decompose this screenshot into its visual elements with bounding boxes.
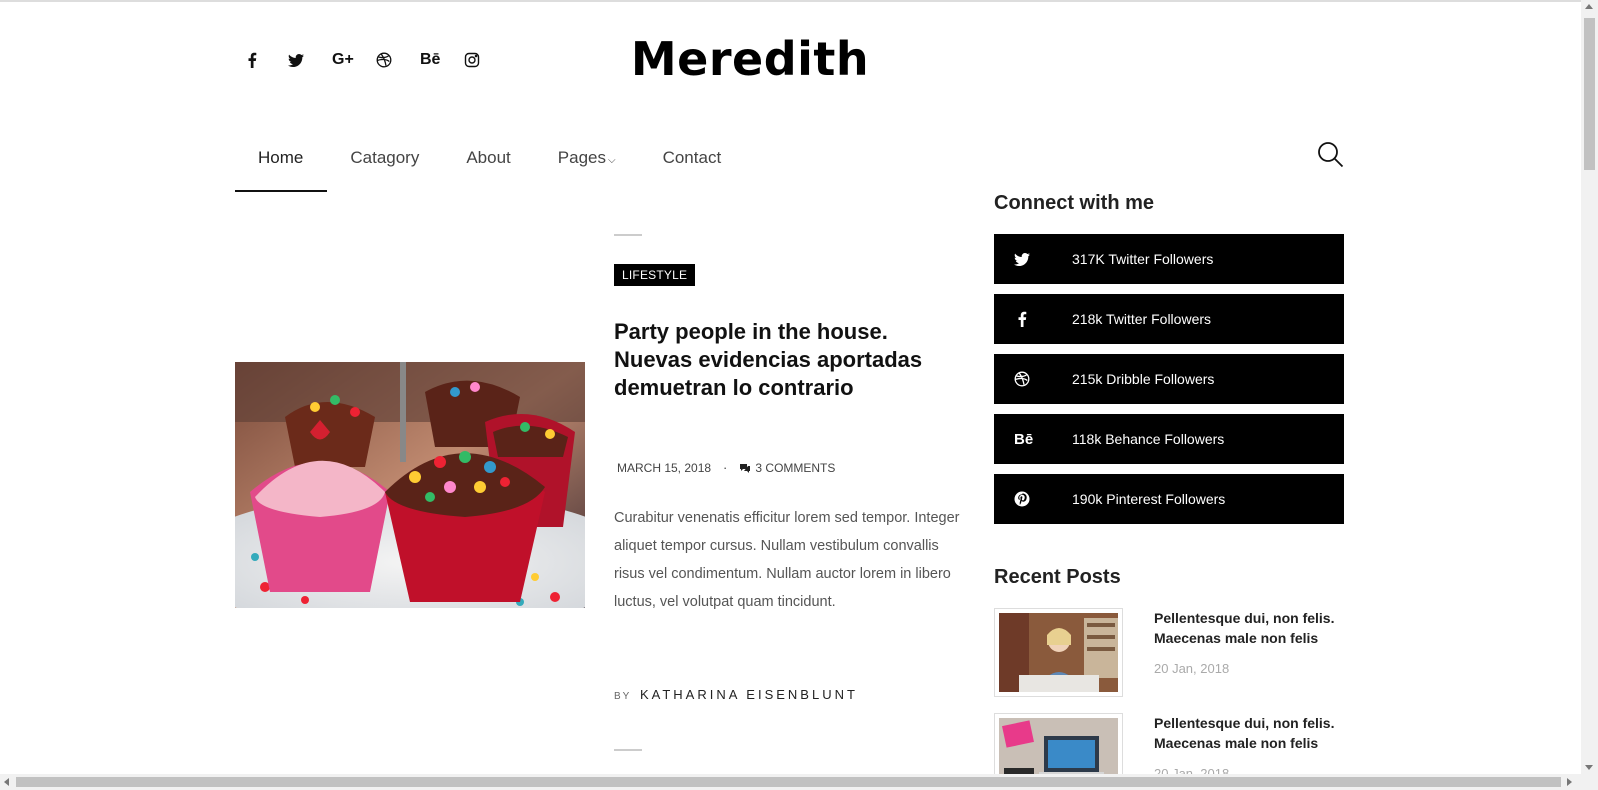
nav-label: Contact — [662, 148, 722, 167]
post-author[interactable]: KATHARINA EISENBLUNT — [640, 687, 858, 702]
nav-item-pages[interactable]: Pages ⌵ — [535, 140, 640, 192]
nav-item-about[interactable]: About — [443, 140, 534, 192]
horizontal-scrollbar[interactable] — [0, 774, 1598, 790]
follower-list: 317K Twitter Followers 218k Twitter Foll… — [994, 234, 1344, 534]
behance-glyph: Bē — [1014, 430, 1034, 448]
follower-button-behance[interactable]: Bē 118k Behance Followers — [994, 414, 1344, 464]
nav-label: Catagory — [350, 148, 420, 167]
behance-icon: Bē — [994, 431, 1072, 448]
post-featured-image[interactable] — [235, 362, 585, 608]
comments-icon — [740, 463, 751, 473]
dribbble-icon — [994, 371, 1072, 387]
scroll-up-icon[interactable] — [1585, 4, 1593, 9]
post-meta: MARCH 15, 2018 · 3 COMMENTS — [617, 460, 835, 475]
follower-button-pinterest[interactable]: 190k Pinterest Followers — [994, 474, 1344, 524]
top-border — [0, 0, 1598, 2]
nav-item-contact[interactable]: Contact — [640, 140, 746, 192]
scroll-down-icon[interactable] — [1585, 765, 1593, 770]
nav-label: Pages — [557, 148, 606, 167]
recent-posts-title: Recent Posts — [994, 566, 1121, 588]
byline-prefix: BY — [614, 691, 632, 702]
follower-label: 215k Dribble Followers — [1072, 371, 1215, 387]
nav-item-catagory[interactable]: Catagory — [327, 140, 443, 192]
twitter-icon — [994, 251, 1072, 267]
follower-label: 218k Twitter Followers — [1072, 311, 1212, 327]
meta-separator: · — [723, 460, 728, 475]
recent-post-thumbnail[interactable] — [994, 608, 1123, 697]
post-date: MARCH 15, 2018 — [617, 460, 712, 475]
search-icon[interactable] — [1316, 140, 1346, 170]
recent-post-date: 20 Jan, 2018 — [1154, 661, 1230, 676]
vertical-scrollbar[interactable] — [1581, 0, 1598, 774]
comments-link[interactable]: 3 COMMENTS — [739, 461, 835, 475]
post-excerpt: Curabitur venenatis efficitur lorem sed … — [614, 510, 960, 610]
follower-label: 118k Behance Followers — [1072, 431, 1225, 447]
recent-posts-list: Pellentesque dui, non felis. Maecenas ma… — [994, 608, 1344, 790]
facebook-icon — [994, 311, 1072, 327]
recent-post-title[interactable]: Pellentesque dui, non felis. Maecenas ma… — [1154, 713, 1344, 753]
main-nav: Home Catagory About Pages ⌵ Contact — [235, 140, 745, 192]
chevron-down-icon: ⌵ — [607, 155, 616, 166]
follower-button-facebook[interactable]: 218k Twitter Followers — [994, 294, 1344, 344]
list-item: Pellentesque dui, non felis. Maecenas ma… — [994, 608, 1344, 713]
scrollbar-thumb[interactable] — [1584, 18, 1595, 170]
nav-label: About — [466, 148, 511, 167]
nav-item-home[interactable]: Home — [235, 140, 328, 192]
follower-label: 190k Pinterest Followers — [1072, 491, 1226, 507]
post-divider — [614, 234, 642, 236]
category-badge[interactable]: LIFESTYLE — [614, 264, 696, 286]
recent-post-title[interactable]: Pellentesque dui, non felis. Maecenas ma… — [1154, 608, 1344, 648]
connect-title: Connect with me — [994, 192, 1155, 214]
site-logo[interactable]: Meredith — [0, 32, 1500, 86]
pinterest-icon — [994, 491, 1072, 507]
post-byline: BY KATHARINA EISENBLUNT — [614, 687, 858, 702]
post-title[interactable]: Party people in the house. Nuevas eviden… — [614, 318, 959, 402]
scrollbar-thumb[interactable] — [16, 777, 1561, 787]
nav-label: Home — [258, 148, 304, 167]
scroll-right-icon[interactable] — [1567, 778, 1572, 786]
follower-button-twitter[interactable]: 317K Twitter Followers — [994, 234, 1344, 284]
post-divider — [614, 749, 642, 751]
comments-count: 3 COMMENTS — [755, 460, 836, 475]
follower-button-dribbble[interactable]: 215k Dribble Followers — [994, 354, 1344, 404]
follower-label: 317K Twitter Followers — [1072, 251, 1214, 267]
scroll-left-icon[interactable] — [4, 778, 9, 786]
